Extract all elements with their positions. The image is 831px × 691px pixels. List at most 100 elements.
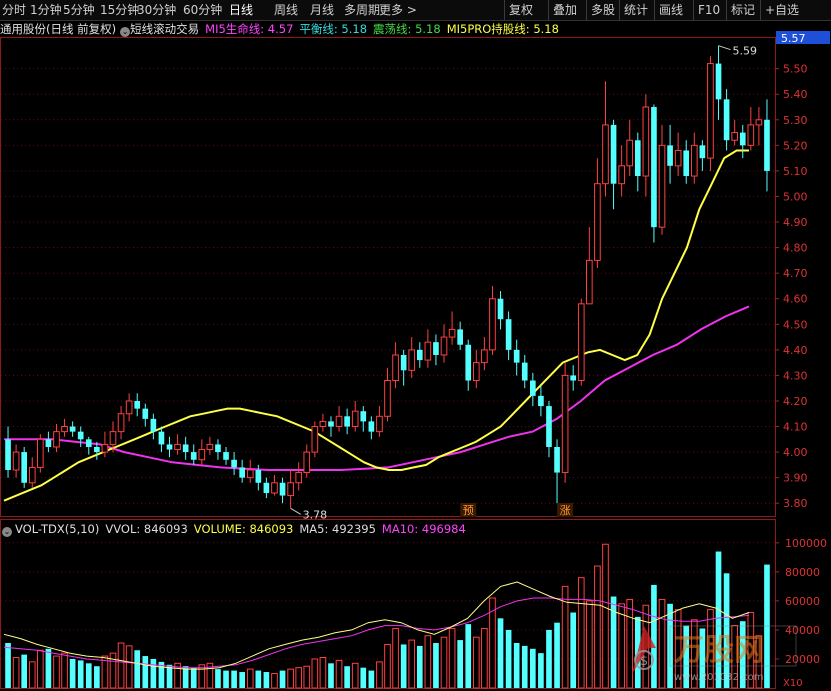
candle[interactable] [142, 403, 149, 427]
candle[interactable] [731, 119, 738, 146]
candle[interactable] [206, 436, 214, 455]
candle[interactable] [174, 434, 181, 455]
candle[interactable] [505, 311, 512, 361]
volume-title[interactable]: VOL-TDX(5,10) [15, 522, 99, 536]
candle[interactable] [674, 132, 682, 177]
candle[interactable] [328, 416, 334, 437]
candle[interactable] [489, 285, 496, 355]
candle[interactable] [546, 400, 552, 458]
candle[interactable] [521, 354, 528, 389]
candle[interactable] [376, 406, 383, 437]
price-tick-label: 4.30 [783, 369, 808, 382]
candle[interactable] [472, 349, 480, 389]
candle[interactable] [368, 416, 375, 440]
candle[interactable] [400, 349, 407, 386]
candle[interactable] [424, 329, 432, 368]
candle[interactable] [651, 104, 657, 243]
candle[interactable] [344, 408, 350, 435]
candle[interactable] [231, 452, 237, 476]
candle[interactable] [117, 406, 125, 440]
candle[interactable] [239, 459, 245, 483]
candle[interactable] [433, 334, 439, 366]
candle[interactable] [416, 342, 423, 368]
candle[interactable] [715, 45, 722, 120]
candle[interactable] [21, 446, 28, 488]
kline-chart[interactable]: 5.50 5.40 5.30 5.20 5.10 5.00 4.90 4.80 4.70 4.60… [0, 0, 831, 691]
candle[interactable] [271, 475, 278, 496]
candle[interactable] [223, 446, 229, 465]
candle[interactable] [85, 436, 92, 455]
candle[interactable] [61, 418, 68, 437]
candle[interactable] [53, 423, 60, 453]
candle[interactable] [634, 132, 641, 192]
candle[interactable] [5, 426, 11, 478]
candle[interactable] [319, 413, 327, 432]
candle[interactable] [594, 158, 601, 269]
chevron-down-icon[interactable]: ⌄ [2, 527, 12, 537]
candle[interactable] [45, 431, 52, 453]
candle[interactable] [279, 477, 286, 504]
candle[interactable] [311, 421, 319, 458]
candle[interactable] [561, 362, 569, 483]
candle[interactable] [747, 107, 755, 151]
volume-bar [513, 642, 520, 688]
candle[interactable] [642, 94, 650, 197]
candle[interactable] [690, 132, 698, 184]
candle[interactable] [101, 431, 109, 458]
candle[interactable] [448, 311, 456, 345]
candle[interactable] [755, 107, 763, 146]
candle[interactable] [69, 421, 76, 437]
candle[interactable] [586, 227, 593, 305]
candle[interactable] [739, 124, 746, 159]
candle[interactable] [303, 444, 311, 478]
candle[interactable] [392, 342, 399, 389]
candle[interactable] [723, 89, 730, 151]
candle[interactable] [707, 55, 714, 171]
candle[interactable] [134, 393, 141, 417]
candle[interactable] [166, 436, 173, 458]
candle[interactable] [570, 365, 577, 391]
candle[interactable] [530, 372, 536, 407]
candle[interactable] [658, 124, 666, 235]
candle[interactable] [125, 393, 133, 422]
candle[interactable] [602, 81, 609, 197]
candle[interactable] [158, 426, 165, 453]
candle[interactable] [618, 145, 625, 197]
candle[interactable] [263, 477, 270, 499]
candle[interactable] [198, 439, 206, 465]
candle[interactable] [351, 400, 359, 432]
candle[interactable] [77, 426, 84, 447]
volume-bar [384, 643, 391, 689]
candle[interactable] [12, 444, 20, 478]
candle[interactable] [554, 439, 560, 504]
candle[interactable] [408, 337, 416, 378]
candle[interactable] [538, 385, 544, 417]
candle[interactable] [190, 444, 197, 465]
candle[interactable] [150, 413, 157, 440]
candle[interactable] [667, 124, 673, 184]
candle[interactable] [683, 140, 690, 184]
candle[interactable] [440, 324, 448, 363]
candle[interactable] [764, 99, 770, 192]
candle[interactable] [457, 321, 463, 350]
candle[interactable] [246, 459, 254, 483]
candle[interactable] [37, 434, 44, 473]
candle[interactable] [335, 406, 343, 432]
candle[interactable] [28, 457, 36, 488]
candle[interactable] [465, 339, 472, 391]
candle[interactable] [497, 291, 504, 330]
candle[interactable] [577, 298, 585, 386]
candle[interactable] [513, 339, 520, 376]
candle[interactable] [295, 462, 303, 491]
signal-marker[interactable]: 涨 [560, 504, 571, 517]
candle[interactable] [215, 439, 221, 460]
candle[interactable] [287, 469, 294, 509]
candle[interactable] [699, 140, 706, 171]
volume-bar [554, 622, 560, 688]
candle[interactable] [610, 119, 617, 210]
candle[interactable] [481, 337, 488, 371]
candle[interactable] [360, 406, 367, 432]
signal-marker[interactable]: 预 [463, 504, 474, 517]
candle[interactable] [182, 436, 189, 460]
candle[interactable] [626, 119, 634, 177]
